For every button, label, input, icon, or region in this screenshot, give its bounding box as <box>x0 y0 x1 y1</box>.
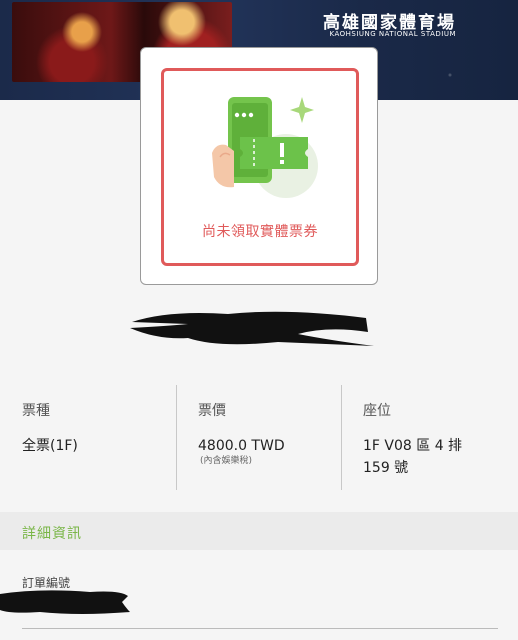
venue-name-en: KAOHSIUNG NATIONAL STADIUM <box>329 30 456 38</box>
ticket-status-text: 尚未領取實體票券 <box>202 224 318 240</box>
seat-value-line2: 159 號 <box>363 460 409 476</box>
order-number-block: 訂單編號 <box>0 550 518 640</box>
ticket-details: 票種 全票(1F) 票價 4800.0 TWD (內含娛樂稅) 座位 1F V0… <box>0 360 518 512</box>
seat-value-line1: 1F V08 區 4 排 <box>363 438 463 454</box>
redaction-scribble <box>0 590 130 614</box>
column-divider <box>341 385 342 490</box>
price-label: 票價 <box>198 403 226 419</box>
section-title: 詳細資訊 <box>22 526 82 542</box>
price-note: (內含娛樂稅) <box>200 456 253 466</box>
divider <box>22 628 498 629</box>
ticket-card[interactable]: 尚未領取實體票券 <box>140 47 378 285</box>
ticket-type-value: 全票(1F) <box>22 438 78 454</box>
column-divider <box>176 385 177 490</box>
details-section-header[interactable]: 詳細資訊 <box>0 512 518 550</box>
ticket-status-frame: 尚未領取實體票券 <box>161 68 359 266</box>
ticket-phone-icon <box>212 97 318 198</box>
ticket-type-label: 票種 <box>22 403 50 419</box>
redaction-scribble <box>130 311 374 346</box>
seat-label: 座位 <box>363 403 391 419</box>
